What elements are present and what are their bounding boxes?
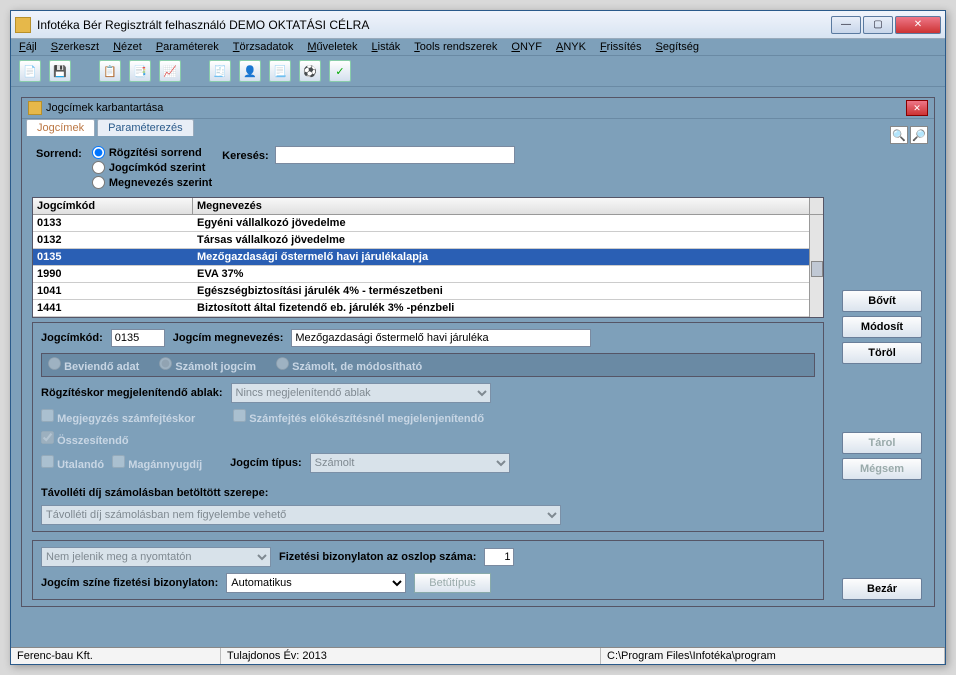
list-icon[interactable]: 🧾 <box>209 60 231 82</box>
name-input[interactable] <box>291 329 591 347</box>
torol-button[interactable]: Töröl <box>842 342 922 364</box>
sort-label: Sorrend: <box>36 148 82 160</box>
bezar-button[interactable]: Bezár <box>842 578 922 600</box>
grid-scroll-head <box>809 198 823 214</box>
statusbar: Ferenc-bau Kft. Tulajdonos Év: 2013 C:\P… <box>11 647 945 664</box>
table-row[interactable]: 0133Egyéni vállalkozó jövedelme <box>33 215 823 232</box>
tabs: Jogcímek Paraméterezés <box>22 119 934 136</box>
menu-item[interactable]: Törzsadatok <box>233 41 294 53</box>
radio-szamolt-mod[interactable]: Számolt, de módosítható <box>276 357 422 373</box>
tool-icon[interactable]: 📈 <box>159 60 181 82</box>
ball-icon[interactable]: ⚽ <box>299 60 321 82</box>
megsem-button[interactable]: Mégsem <box>842 458 922 480</box>
doc-icon[interactable]: 📃 <box>269 60 291 82</box>
menu-item[interactable]: ANYK <box>556 41 586 53</box>
zoom-out-icon[interactable]: 🔍 <box>890 126 908 144</box>
workarea: Jogcímek karbantartása ✕ Jogcímek Paramé… <box>11 87 945 647</box>
code-label: Jogcímkód: <box>41 332 103 344</box>
cb-trans[interactable]: Utalandó <box>41 455 104 471</box>
color-select[interactable]: Automatikus <box>226 573 406 593</box>
table-row[interactable]: 1041Egészségbiztosítási járulék 4% - ter… <box>33 283 823 300</box>
menu-item[interactable]: ONYF <box>511 41 542 53</box>
table-row[interactable]: 0135Mezőgazdasági őstermelő havi járulék… <box>33 249 823 266</box>
tab-jogcimek[interactable]: Jogcímek <box>26 119 95 136</box>
grid-header-name[interactable]: Megnevezés <box>193 198 809 214</box>
search-input[interactable] <box>275 146 515 164</box>
child-window: Jogcímek karbantartása ✕ Jogcímek Paramé… <box>21 97 935 607</box>
new-icon[interactable]: 📄 <box>19 60 41 82</box>
window-label: Rögzítéskor megjelenítendő ablak: <box>41 387 223 399</box>
font-button[interactable]: Betűtípus <box>414 573 490 593</box>
table-row[interactable]: 0132Társas vállalkozó jövedelme <box>33 232 823 249</box>
bovit-button[interactable]: Bővít <box>842 290 922 312</box>
type-select[interactable]: Számolt <box>310 453 510 473</box>
color-label: Jogcím színe fizetési bizonylaton: <box>41 577 218 589</box>
cb-note[interactable]: Megjegyzés számfejtéskor <box>41 409 195 425</box>
col-label: Fizetési bizonylaton az oszlop száma: <box>279 551 476 563</box>
grid-scrollbar[interactable] <box>809 215 823 317</box>
menu-item[interactable]: Műveletek <box>307 41 357 53</box>
toolbar: 📄 💾 📋 📑 📈 🧾 👤 📃 ⚽ ✓ <box>11 55 945 87</box>
user-icon[interactable]: 👤 <box>239 60 261 82</box>
menu-item[interactable]: Tools rendszerek <box>414 41 497 53</box>
close-button[interactable]: ✕ <box>895 16 941 34</box>
child-title: Jogcímek karbantartása <box>46 102 906 114</box>
main-window: Infotéka Bér Regisztrált felhasználó DEM… <box>10 10 946 665</box>
zoom-in-icon[interactable]: 🔎 <box>910 126 928 144</box>
menubar: Fájl Szerkeszt Nézet Paraméterek Törzsad… <box>11 39 945 55</box>
child-close-button[interactable]: ✕ <box>906 100 928 116</box>
modosit-button[interactable]: Módosít <box>842 316 922 338</box>
print-select[interactable]: Nem jelenik meg a nyomtatón <box>41 547 271 567</box>
check-icon[interactable]: ✓ <box>329 60 351 82</box>
titlebar: Infotéka Bér Regisztrált felhasználó DEM… <box>11 11 945 39</box>
cb-priv[interactable]: Magánnyugdíj <box>112 455 202 471</box>
cb-prep[interactable]: Számfejtés előkészítésnél megjelenjeníte… <box>233 409 484 425</box>
status-right: C:\Program Files\Infotéka\program <box>601 648 945 664</box>
maximize-button[interactable]: ▢ <box>863 16 893 34</box>
tool-icon[interactable]: 📑 <box>129 60 151 82</box>
save-icon[interactable]: 💾 <box>49 60 71 82</box>
sort-radio-1[interactable]: Jogcímkód szerint <box>92 161 212 174</box>
tool-icon[interactable]: 📋 <box>99 60 121 82</box>
menu-item[interactable]: Segítség <box>656 41 699 53</box>
app-icon <box>15 17 31 33</box>
status-left: Ferenc-bau Kft. <box>11 648 221 664</box>
grid-header-code[interactable]: Jogcímkód <box>33 198 193 214</box>
menu-item[interactable]: Szerkeszt <box>51 41 99 53</box>
menu-item[interactable]: Nézet <box>113 41 142 53</box>
app-title: Infotéka Bér Regisztrált felhasználó DEM… <box>37 18 831 32</box>
radio-beviendo[interactable]: Beviendő adat <box>48 357 139 373</box>
col-input[interactable] <box>484 548 514 566</box>
away-label: Távolléti díj számolásban betöltött szer… <box>41 487 268 499</box>
child-icon <box>28 101 42 115</box>
menu-item[interactable]: Fájl <box>19 41 37 53</box>
tarol-button[interactable]: Tárol <box>842 432 922 454</box>
sort-radio-2[interactable]: Megnevezés szerint <box>92 176 212 189</box>
tab-parameterezes[interactable]: Paraméterezés <box>97 119 194 136</box>
grid: Jogcímkód Megnevezés 0133Egyéni vállalko… <box>32 197 824 318</box>
radio-szamolt[interactable]: Számolt jogcím <box>159 357 256 373</box>
code-input[interactable] <box>111 329 165 347</box>
sort-radio-0[interactable]: Rögzítési sorrend <box>92 146 212 159</box>
search-label: Keresés: <box>222 150 268 162</box>
table-row[interactable]: 1990EVA 37% <box>33 266 823 283</box>
status-mid: Tulajdonos Év: 2013 <box>221 648 601 664</box>
table-row[interactable]: 1441Biztosított által fizetendő eb. járu… <box>33 300 823 317</box>
minimize-button[interactable]: — <box>831 16 861 34</box>
menu-item[interactable]: Paraméterek <box>156 41 219 53</box>
away-select[interactable]: Távolléti díj számolásban nem figyelembe… <box>41 505 561 525</box>
menu-item[interactable]: Frissítés <box>600 41 642 53</box>
menu-item[interactable]: Listák <box>372 41 401 53</box>
type-label: Jogcím típus: <box>230 457 302 469</box>
name-label: Jogcím megnevezés: <box>173 332 284 344</box>
cb-sum[interactable]: Összesítendő <box>41 431 129 447</box>
window-select[interactable]: Nincs megjelenítendő ablak <box>231 383 491 403</box>
